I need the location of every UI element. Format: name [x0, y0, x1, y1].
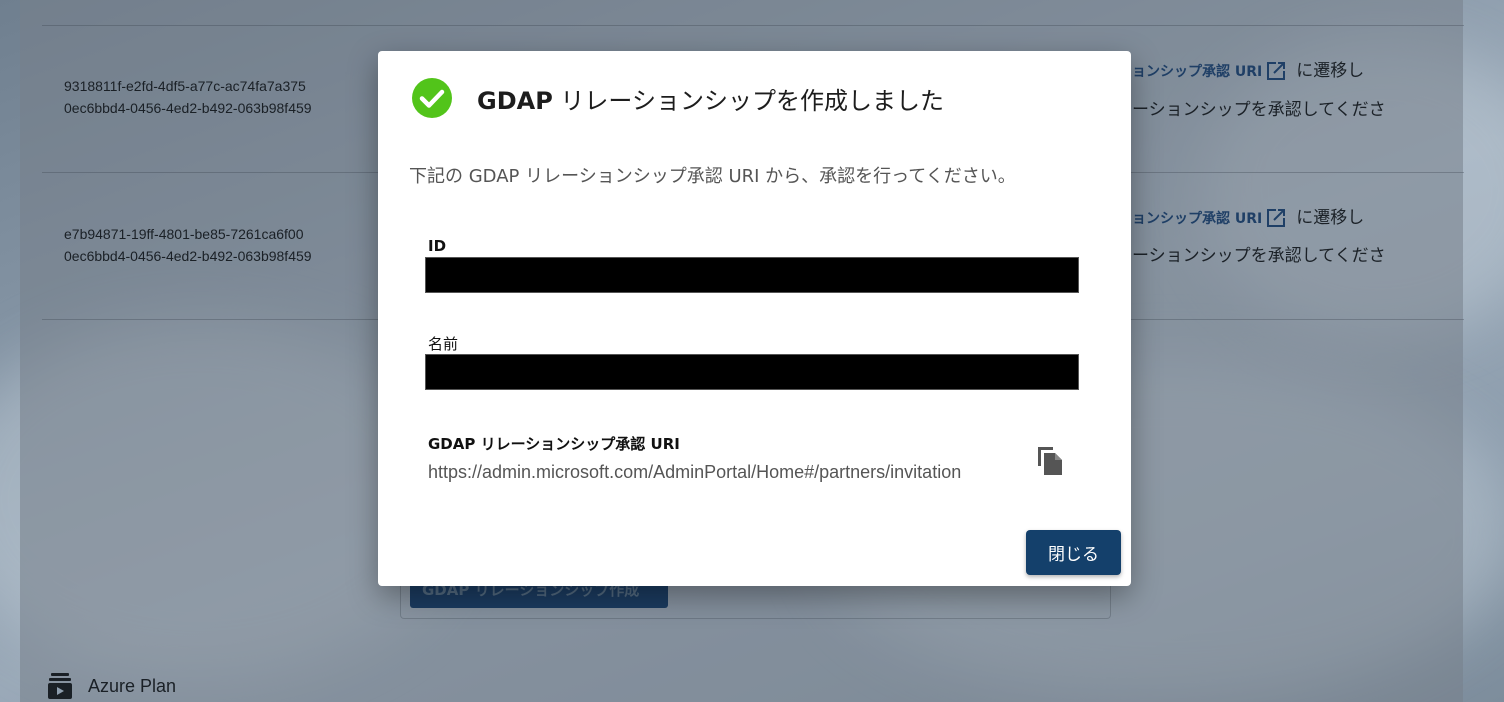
- approval-uri-link[interactable]: ョンシップ承認 URI: [1132, 211, 1262, 227]
- relationship-id-text: e7b94871-19ff-4801-be85-7261ca6f00: [64, 226, 304, 242]
- check-circle-icon: [412, 78, 452, 118]
- row-divider: [42, 25, 1464, 26]
- approve-instruction-text: ーションシップを承認してくださ: [1132, 246, 1386, 266]
- dialog-description: 下記の GDAP リレーションシップ承認 URI から、承認を行ってください。: [409, 166, 1016, 187]
- azure-plan-label: Azure Plan: [88, 675, 177, 696]
- dialog-title: GDAP リレーションシップを作成しました: [477, 81, 944, 116]
- customer-id-text: 0ec6bbd4-0456-4ed2-b492-063b98f459: [64, 100, 312, 116]
- uri-label: GDAP リレーションシップ承認 URI: [428, 435, 680, 453]
- name-label: 名前: [428, 335, 459, 353]
- dialog-header: GDAP リレーションシップを作成しました: [411, 77, 944, 119]
- approve-instruction-text: ーションシップを承認してくださ: [1132, 100, 1386, 120]
- approval-link-row: ョンシップ承認 URI に遷移し: [1132, 203, 1364, 230]
- page: 9318811f-e2fd-4df5-a77c-ac74fa7a375 0ec6…: [0, 0, 1504, 702]
- plan-icon: [48, 673, 72, 699]
- external-link-icon[interactable]: [1264, 206, 1288, 230]
- external-link-icon[interactable]: [1264, 59, 1288, 83]
- id-value-redacted: [425, 257, 1079, 293]
- name-value-redacted: [425, 354, 1079, 390]
- navigate-text: に遷移し: [1296, 61, 1365, 81]
- close-button[interactable]: 閉じる: [1026, 530, 1121, 575]
- dialog-title-bold: GDAP: [477, 86, 553, 115]
- approval-uri-link[interactable]: ョンシップ承認 URI: [1132, 64, 1262, 80]
- dialog-title-rest: リレーションシップを作成しました: [552, 86, 944, 115]
- approval-link-row: ョンシップ承認 URI に遷移し: [1132, 56, 1364, 83]
- azure-plan-row: Azure Plan: [46, 672, 176, 700]
- customer-id-text: 0ec6bbd4-0456-4ed2-b492-063b98f459: [64, 248, 312, 264]
- copy-icon[interactable]: [1035, 444, 1065, 478]
- uri-value: https://admin.microsoft.com/AdminPortal/…: [428, 462, 962, 482]
- relationship-created-dialog: GDAP リレーションシップを作成しました 下記の GDAP リレーションシップ…: [378, 51, 1131, 586]
- navigate-text: に遷移し: [1296, 208, 1365, 228]
- id-label: ID: [428, 237, 447, 255]
- relationship-id-text: 9318811f-e2fd-4df5-a77c-ac74fa7a375: [64, 78, 306, 94]
